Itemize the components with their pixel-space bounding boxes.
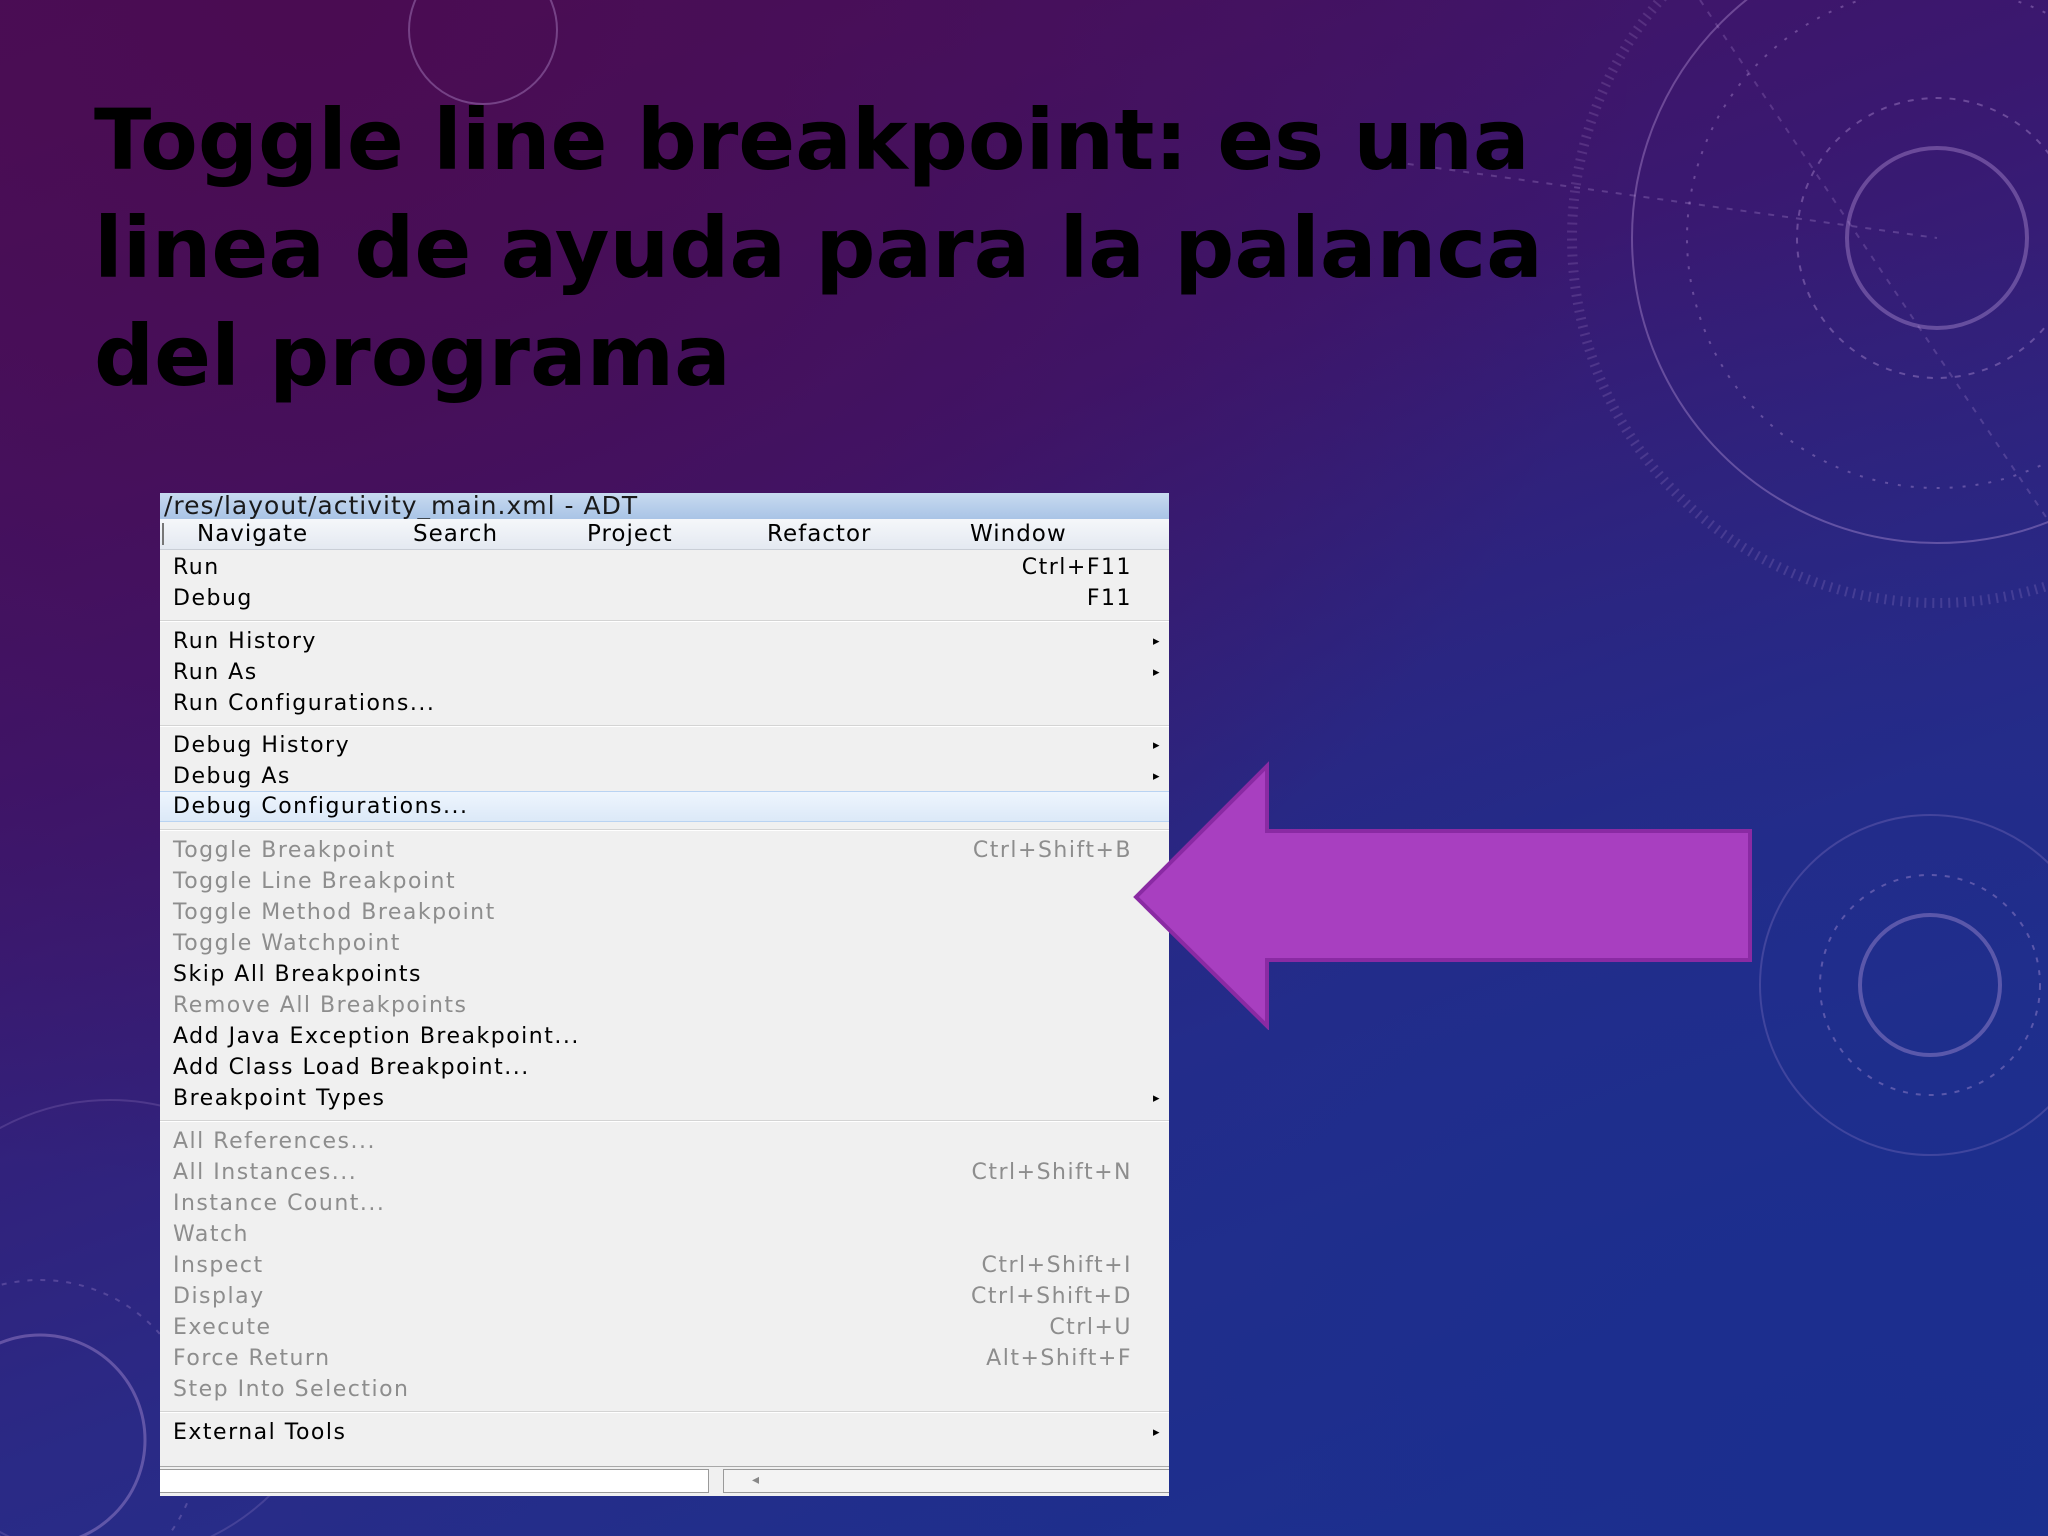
shortcut-text: Alt+Shift+F — [986, 1346, 1132, 1371]
left-arrow-shape — [1133, 761, 1752, 1030]
menu-item-toggle-watchpoint[interactable]: Toggle Watchpoint — [160, 928, 1169, 959]
menu-item-label: Add Java Exception Breakpoint... — [173, 1024, 580, 1049]
menu-item-run-configurations[interactable]: Run Configurations... — [160, 688, 1169, 719]
menu-item-label: Instance Count... — [173, 1191, 386, 1216]
menu-item-debug-history[interactable]: Debug History ▸ — [160, 730, 1169, 761]
menu-item-instance-count[interactable]: Instance Count... — [160, 1188, 1169, 1219]
menu-item-label: Remove All Breakpoints — [173, 993, 468, 1018]
menu-item-add-java-exception-breakpoint[interactable]: Add Java Exception Breakpoint... — [160, 1021, 1169, 1052]
menu-bar: Navigate Search Project Refactor Window — [160, 519, 1169, 550]
menu-item-label: Display — [173, 1284, 265, 1309]
menu-item-debug[interactable]: Debug F11 — [160, 583, 1169, 614]
run-menu-dropdown: Run Ctrl+F11 Debug F11 Run History ▸ Run… — [160, 550, 1169, 1496]
menu-item-label: Run History — [173, 629, 317, 654]
shortcut-text: Ctrl+Shift+I — [981, 1253, 1132, 1278]
menu-item-inspect[interactable]: Inspect Ctrl+Shift+I — [160, 1250, 1169, 1281]
menu-item-external-tools[interactable]: External Tools ▸ — [160, 1417, 1169, 1448]
menu-item-label: Debug As — [173, 764, 291, 789]
menu-separator — [160, 829, 1169, 831]
menubar-edge — [162, 523, 164, 545]
menu-item-execute[interactable]: Execute Ctrl+U — [160, 1312, 1169, 1343]
menu-item-label: External Tools — [173, 1420, 347, 1445]
menu-item-label: Breakpoint Types — [173, 1086, 386, 1111]
window-title: /res/layout/activity_main.xml - ADT — [160, 493, 1169, 519]
menu-item-label: Toggle Breakpoint — [173, 838, 396, 863]
menu-item-label: All References... — [173, 1129, 376, 1154]
shortcut-text: Ctrl+F11 — [1021, 555, 1132, 580]
submenu-arrow-icon: ▸ — [1152, 665, 1161, 680]
shortcut-text: Ctrl+Shift+B — [972, 838, 1132, 863]
menu-item-remove-all-breakpoints[interactable]: Remove All Breakpoints — [160, 990, 1169, 1021]
submenu-arrow-icon: ▸ — [1152, 738, 1161, 753]
menu-item-toggle-breakpoint[interactable]: Toggle Breakpoint Ctrl+Shift+B — [160, 835, 1169, 866]
menu-item-force-return[interactable]: Force Return Alt+Shift+F — [160, 1343, 1169, 1374]
menu-item-watch[interactable]: Watch — [160, 1219, 1169, 1250]
menu-item-label: Debug History — [173, 733, 351, 758]
shortcut-text: Ctrl+Shift+N — [971, 1160, 1132, 1185]
menu-separator — [160, 725, 1169, 727]
menu-search[interactable]: Search — [413, 521, 498, 547]
status-field-secondary — [723, 1469, 1169, 1493]
shortcut-text: Ctrl+U — [1049, 1315, 1132, 1340]
menu-item-add-class-load-breakpoint[interactable]: Add Class Load Breakpoint... — [160, 1052, 1169, 1083]
menu-window[interactable]: Window — [970, 521, 1067, 547]
status-bar: ◂ — [160, 1466, 1169, 1496]
menu-item-label: Toggle Method Breakpoint — [173, 900, 496, 925]
submenu-arrow-icon: ▸ — [1152, 1091, 1161, 1106]
menu-item-run-as[interactable]: Run As ▸ — [160, 657, 1169, 688]
menu-item-label: Run As — [173, 660, 258, 685]
menu-item-label: Skip All Breakpoints — [173, 962, 423, 987]
menu-item-debug-configurations[interactable]: Debug Configurations... — [160, 791, 1169, 822]
menu-item-label: Toggle Line Breakpoint — [173, 869, 457, 894]
menu-item-breakpoint-types[interactable]: Breakpoint Types ▸ — [160, 1083, 1169, 1114]
menu-item-label: Run — [173, 555, 220, 580]
scroll-left-icon[interactable]: ◂ — [752, 1469, 759, 1491]
menu-item-debug-as[interactable]: Debug As ▸ — [160, 761, 1169, 792]
menu-item-label: Execute — [173, 1315, 272, 1340]
menu-item-toggle-line-breakpoint[interactable]: Toggle Line Breakpoint — [160, 866, 1169, 897]
menu-item-skip-all-breakpoints[interactable]: Skip All Breakpoints — [160, 959, 1169, 990]
menu-item-label: Force Return — [173, 1346, 331, 1371]
menu-item-run[interactable]: Run Ctrl+F11 — [160, 552, 1169, 583]
menu-item-display[interactable]: Display Ctrl+Shift+D — [160, 1281, 1169, 1312]
slide-title: Toggle line breakpoint: es una linea de … — [94, 91, 1543, 405]
menu-item-step-into-selection[interactable]: Step Into Selection — [160, 1374, 1169, 1405]
status-field — [160, 1469, 709, 1493]
menu-refactor[interactable]: Refactor — [767, 521, 871, 547]
menu-separator — [160, 1120, 1169, 1122]
menu-item-label: Step Into Selection — [173, 1377, 410, 1402]
menu-navigate[interactable]: Navigate — [197, 521, 308, 547]
menu-item-label: Watch — [173, 1222, 249, 1247]
shortcut-text: Ctrl+Shift+D — [971, 1284, 1132, 1309]
submenu-arrow-icon: ▸ — [1152, 1425, 1161, 1440]
menu-item-label: All Instances... — [173, 1160, 358, 1185]
menu-item-all-references[interactable]: All References... — [160, 1126, 1169, 1157]
menu-separator — [160, 1411, 1169, 1413]
menu-item-all-instances[interactable]: All Instances... Ctrl+Shift+N — [160, 1157, 1169, 1188]
menu-item-run-history[interactable]: Run History ▸ — [160, 626, 1169, 657]
menu-item-toggle-method-breakpoint[interactable]: Toggle Method Breakpoint — [160, 897, 1169, 928]
left-arrow-pointer — [1133, 761, 1752, 1030]
menu-separator — [160, 620, 1169, 622]
submenu-arrow-icon: ▸ — [1152, 634, 1161, 649]
menu-item-label: Inspect — [173, 1253, 264, 1278]
menu-item-label: Run Configurations... — [173, 691, 436, 716]
menu-item-label: Toggle Watchpoint — [173, 931, 401, 956]
menu-item-label: Debug Configurations... — [173, 794, 469, 819]
menu-item-label: Add Class Load Breakpoint... — [173, 1055, 530, 1080]
menu-item-label: Debug — [173, 586, 253, 611]
eclipse-run-menu-screenshot: /res/layout/activity_main.xml - ADT Navi… — [160, 493, 1169, 1496]
menu-project[interactable]: Project — [587, 521, 673, 547]
shortcut-text: F11 — [1086, 586, 1132, 611]
